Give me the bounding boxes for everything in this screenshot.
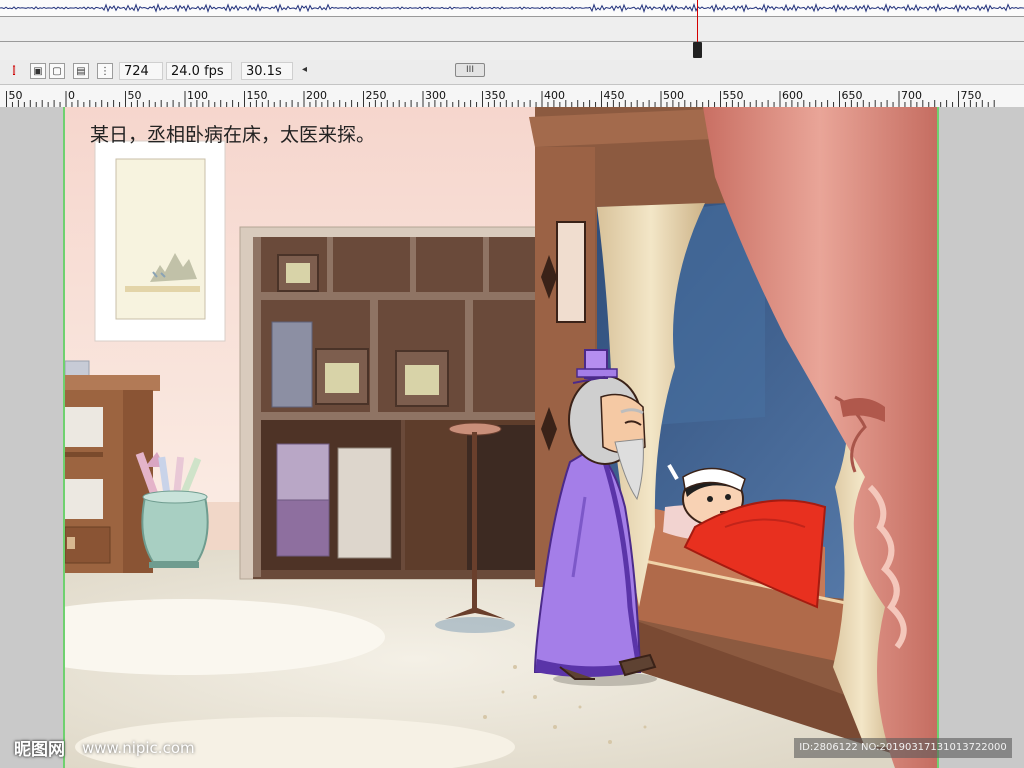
ruler-label: 0 [68, 89, 75, 102]
ruler-label: 700 [901, 89, 922, 102]
ruler-label: 50 [9, 89, 23, 102]
timeline-toolbar: ⫿ ▣ ▢ ▤ ⋮ 724 24.0 fps 30.1s ◂ III [0, 60, 1024, 85]
shelving-unit [239, 226, 539, 580]
timeline-track-area[interactable] [0, 17, 1024, 60]
onion-skin-outlines-icon[interactable]: ▢ [49, 63, 65, 79]
frame-rate-field[interactable]: 24.0 fps [166, 62, 232, 80]
ruler-label: 600 [782, 89, 803, 102]
image-id-badge: ID:2806122 NO:20190317131013722000 [794, 738, 1012, 758]
ruler-label: 750 [961, 89, 982, 102]
ruler-label: 400 [544, 89, 565, 102]
timeline-scroll-thumb[interactable]: III [455, 63, 485, 77]
ruler-label: 100 [187, 89, 208, 102]
modify-markers-icon[interactable]: ⋮ [97, 63, 113, 79]
wall-painting [94, 140, 226, 342]
timeline-panel [0, 0, 1024, 61]
ruler-label: 200 [306, 89, 327, 102]
site-url: www.nipic.com [82, 739, 195, 757]
ruler-label: 300 [425, 89, 446, 102]
edit-multiple-frames-icon[interactable]: ▤ [73, 63, 89, 79]
onion-skin-icon[interactable]: ▣ [30, 63, 46, 79]
scroll-left-arrow-icon[interactable]: ◂ [302, 64, 307, 75]
ruler-label: 50 [128, 89, 142, 102]
scene-caption: 某日，丞相卧病在床，太医来探。 [90, 124, 376, 146]
ruler-label: 650 [842, 89, 863, 102]
ruler-label: 350 [485, 89, 506, 102]
site-logo: 昵图网 [14, 740, 65, 760]
horizontal-ruler: 50 0 50 100 150 200 250 300 350 400 450 500 550 600 65… [0, 85, 1024, 108]
current-frame-field[interactable]: 724 [119, 62, 163, 80]
ruler-label: 500 [663, 89, 684, 102]
ruler-label: 150 [247, 89, 268, 102]
center-frame-icon[interactable]: ⫿ [6, 63, 22, 79]
ruler-label: 550 [723, 89, 744, 102]
stage-canvas[interactable]: 某日，丞相卧病在床，太医来探。 [63, 107, 939, 768]
playhead-frame-marker[interactable] [693, 42, 702, 58]
ruler-label: 450 [604, 89, 625, 102]
ruler-label: 250 [366, 89, 387, 102]
elapsed-time-field[interactable]: 30.1s [241, 62, 293, 80]
track-divider [0, 41, 1024, 42]
audio-waveform [0, 0, 1024, 16]
